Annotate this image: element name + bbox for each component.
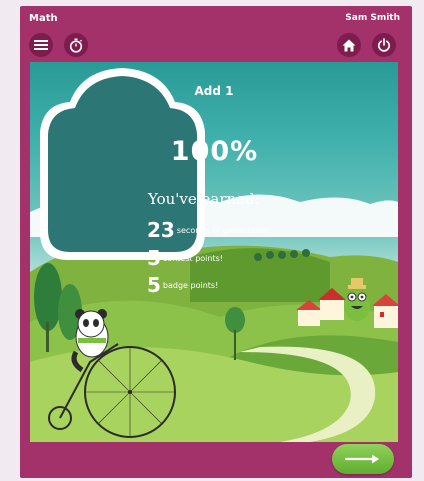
right-arrow-icon	[345, 454, 379, 464]
reward-value: 5	[147, 273, 161, 297]
reward-label: contest points!	[162, 253, 223, 263]
app-title: Math	[29, 13, 58, 24]
user-name: Sam Smith	[345, 13, 400, 23]
reward-game-time: 23 seconds of game time!	[147, 218, 269, 242]
top-bar: Math Sam Smith	[20, 6, 412, 62]
timer-button[interactable]	[64, 33, 88, 57]
reward-badge-points: 5 badge points!	[147, 273, 218, 297]
stopwatch-icon	[69, 38, 83, 53]
score-percentage: 100%	[170, 136, 259, 167]
earned-heading: You've earned:	[148, 190, 260, 208]
reward-label: badge points!	[162, 280, 219, 290]
reward-label: seconds of game time!	[176, 225, 269, 235]
menu-button[interactable]	[29, 33, 53, 57]
next-button[interactable]	[332, 444, 394, 474]
home-icon	[342, 39, 356, 51]
game-scene: Add 1 100% You've earned: 23 seconds of g…	[30, 62, 398, 442]
power-icon	[377, 38, 391, 52]
power-button[interactable]	[372, 33, 396, 57]
home-button[interactable]	[337, 33, 361, 57]
hamburger-menu-icon	[34, 40, 48, 50]
reward-value: 23	[147, 218, 175, 242]
reward-value: 5	[147, 246, 161, 270]
reward-contest-points: 5 contest points!	[147, 246, 223, 270]
app-frame: Math Sam Smith Add 1 100% You've earned:…	[20, 6, 412, 478]
